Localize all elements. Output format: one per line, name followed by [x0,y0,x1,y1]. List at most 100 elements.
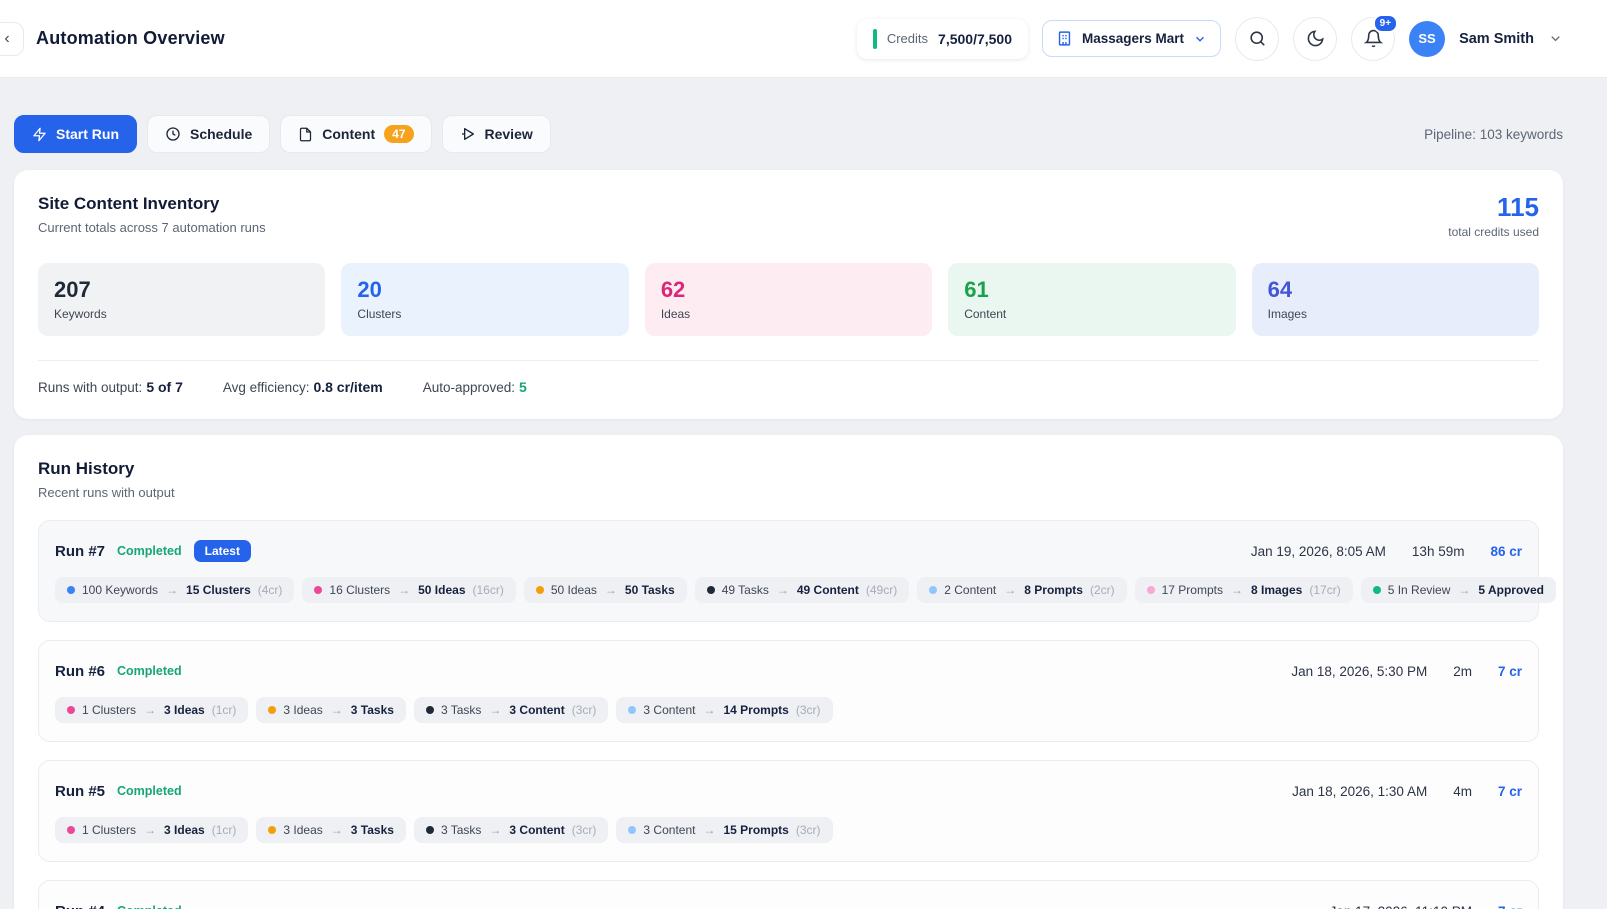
run-date: Jan 18, 2026, 5:30 PM [1291,664,1427,679]
inventory-stats-row: 207Keywords20Clusters62Ideas61Content64I… [38,263,1539,336]
stat-label: Keywords [54,307,309,321]
run-row-run4[interactable]: Run #4CompletedJan 17, 2026, 11:10 PM7 c… [38,880,1539,909]
pipeline-step-chip: 2 Content→8 Prompts(2cr) [917,577,1126,603]
step-dot-icon [67,586,75,594]
credits-value: 7,500/7,500 [938,31,1012,47]
pipeline-step-chip: 100 Keywords→15 Clusters(4cr) [55,577,294,603]
chevron-left-icon: ‹ [4,30,9,48]
content-label: Content [322,126,375,142]
stat-value: 20 [357,278,612,302]
schedule-label: Schedule [190,126,252,142]
runs-with-output-stat: Runs with output:5 of 7 [38,379,183,395]
step-dot-icon [268,826,276,834]
schedule-button[interactable]: Schedule [147,115,270,153]
start-run-button[interactable]: Start Run [14,115,137,153]
run-name: Run #4 [55,903,105,909]
pipeline-step-chip: 3 Tasks→3 Content(3cr) [414,817,608,843]
step-dot-icon [67,826,75,834]
notifications-button[interactable]: 9+ [1351,17,1395,61]
avatar: SS [1409,21,1445,57]
run-duration: 2m [1453,664,1472,679]
clock-icon [165,126,181,142]
step-dot-icon [67,706,75,714]
latest-badge: Latest [194,540,251,562]
run-date: Jan 17, 2026, 11:10 PM [1330,904,1472,909]
page-title: Automation Overview [36,28,225,49]
pipeline-step-chip: 5 In Review→5 Approved [1361,577,1556,603]
run-history-card: Run History Recent runs with output Run … [14,435,1563,909]
step-dot-icon [628,826,636,834]
inventory-title: Site Content Inventory [38,194,266,214]
lightning-icon [32,127,47,142]
credits-indicator: Credits 7,500/7,500 [857,19,1028,59]
step-dot-icon [314,586,322,594]
back-button[interactable]: ‹ [0,22,24,56]
step-dot-icon [707,586,715,594]
review-label: Review [485,126,533,142]
site-content-inventory-card: Site Content Inventory Current totals ac… [14,170,1563,419]
run-duration: 13h 59m [1412,544,1465,559]
run-status: Completed [117,544,182,558]
run-row-run5[interactable]: Run #5CompletedJan 18, 2026, 1:30 AM4m7 … [38,760,1539,862]
content-count-badge: 47 [384,125,413,143]
pipeline-step-chip: 3 Content→14 Prompts(3cr) [616,697,832,723]
document-icon [298,127,313,142]
step-dot-icon [536,586,544,594]
step-dot-icon [268,706,276,714]
chevron-down-icon [1193,32,1207,46]
stat-card-keywords: 207Keywords [38,263,325,336]
pipeline-step-chip: 3 Ideas→3 Tasks [256,817,406,843]
run-row-run6[interactable]: Run #6CompletedJan 18, 2026, 5:30 PM2m7 … [38,640,1539,742]
pipeline-step-chip: 16 Clusters→50 Ideas(16cr) [302,577,515,603]
step-dot-icon [628,706,636,714]
dark-mode-button[interactable] [1293,17,1337,61]
inventory-subtitle: Current totals across 7 automation runs [38,220,266,235]
pipeline-step-chip: 49 Tasks→49 Content(49cr) [695,577,910,603]
search-button[interactable] [1235,17,1279,61]
search-icon [1248,29,1267,48]
run-name: Run #5 [55,783,105,800]
run-status: Completed [117,664,182,678]
step-dot-icon [1147,586,1155,594]
content-button[interactable]: Content 47 [280,115,431,153]
pipeline-step-chip: 3 Tasks→3 Content(3cr) [414,697,608,723]
run-row-run7[interactable]: Run #7CompletedLatestJan 19, 2026, 8:05 … [38,520,1539,622]
run-credits: 7 cr [1498,664,1522,679]
pipeline-step-chip: 1 Clusters→3 Ideas(1cr) [55,697,248,723]
workspace-selector[interactable]: Massagers Mart [1042,20,1221,57]
total-credits-label: total credits used [1448,225,1539,239]
run-name: Run #7 [55,543,105,560]
notification-count-badge: 9+ [1373,14,1398,33]
pipeline-steps: 100 Keywords→15 Clusters(4cr) 16 Clusters… [55,577,1522,603]
stat-value: 62 [661,278,916,302]
stat-card-clusters: 20 Clusters [341,263,628,336]
pipeline-summary: Pipeline: 103 keywords [1424,127,1563,142]
stat-label: Images [1268,307,1523,321]
user-menu[interactable]: SS Sam Smith [1409,21,1563,57]
stat-value: 64 [1268,278,1523,302]
credits-label: Credits [887,31,928,46]
top-header: ‹ Automation Overview Credits 7,500/7,50… [0,0,1607,78]
run-duration: 4m [1453,784,1472,799]
run-credits: 86 cr [1490,544,1522,559]
avg-efficiency-stat: Avg efficiency:0.8 cr/item [223,379,383,395]
step-dot-icon [426,706,434,714]
pipeline-steps: 1 Clusters→3 Ideas(1cr) 3 Ideas→3 Tasks 3 … [55,817,1522,843]
pipeline-step-chip: 3 Ideas→3 Tasks [256,697,406,723]
run-credits: 7 cr [1498,904,1522,909]
stat-label: Ideas [661,307,916,321]
step-dot-icon [426,826,434,834]
pipeline-step-chip: 1 Clusters→3 Ideas(1cr) [55,817,248,843]
stat-card-images: 64 Images [1252,263,1539,336]
moon-icon [1306,29,1325,48]
run-date: Jan 18, 2026, 1:30 AM [1292,784,1427,799]
pipeline-steps: 1 Clusters→3 Ideas(1cr) 3 Ideas→3 Tasks 3 … [55,697,1522,723]
inventory-footer: Runs with output:5 of 7 Avg efficiency:0… [38,360,1539,395]
run-history-subtitle: Recent runs with output [38,485,1539,500]
review-button[interactable]: Review [442,115,551,153]
credits-bar-icon [873,29,877,49]
start-run-label: Start Run [56,126,119,142]
step-dot-icon [929,586,937,594]
stat-label: Clusters [357,307,612,321]
action-toolbar: Start Run Schedule Content 47 Review Pip… [14,115,1563,153]
